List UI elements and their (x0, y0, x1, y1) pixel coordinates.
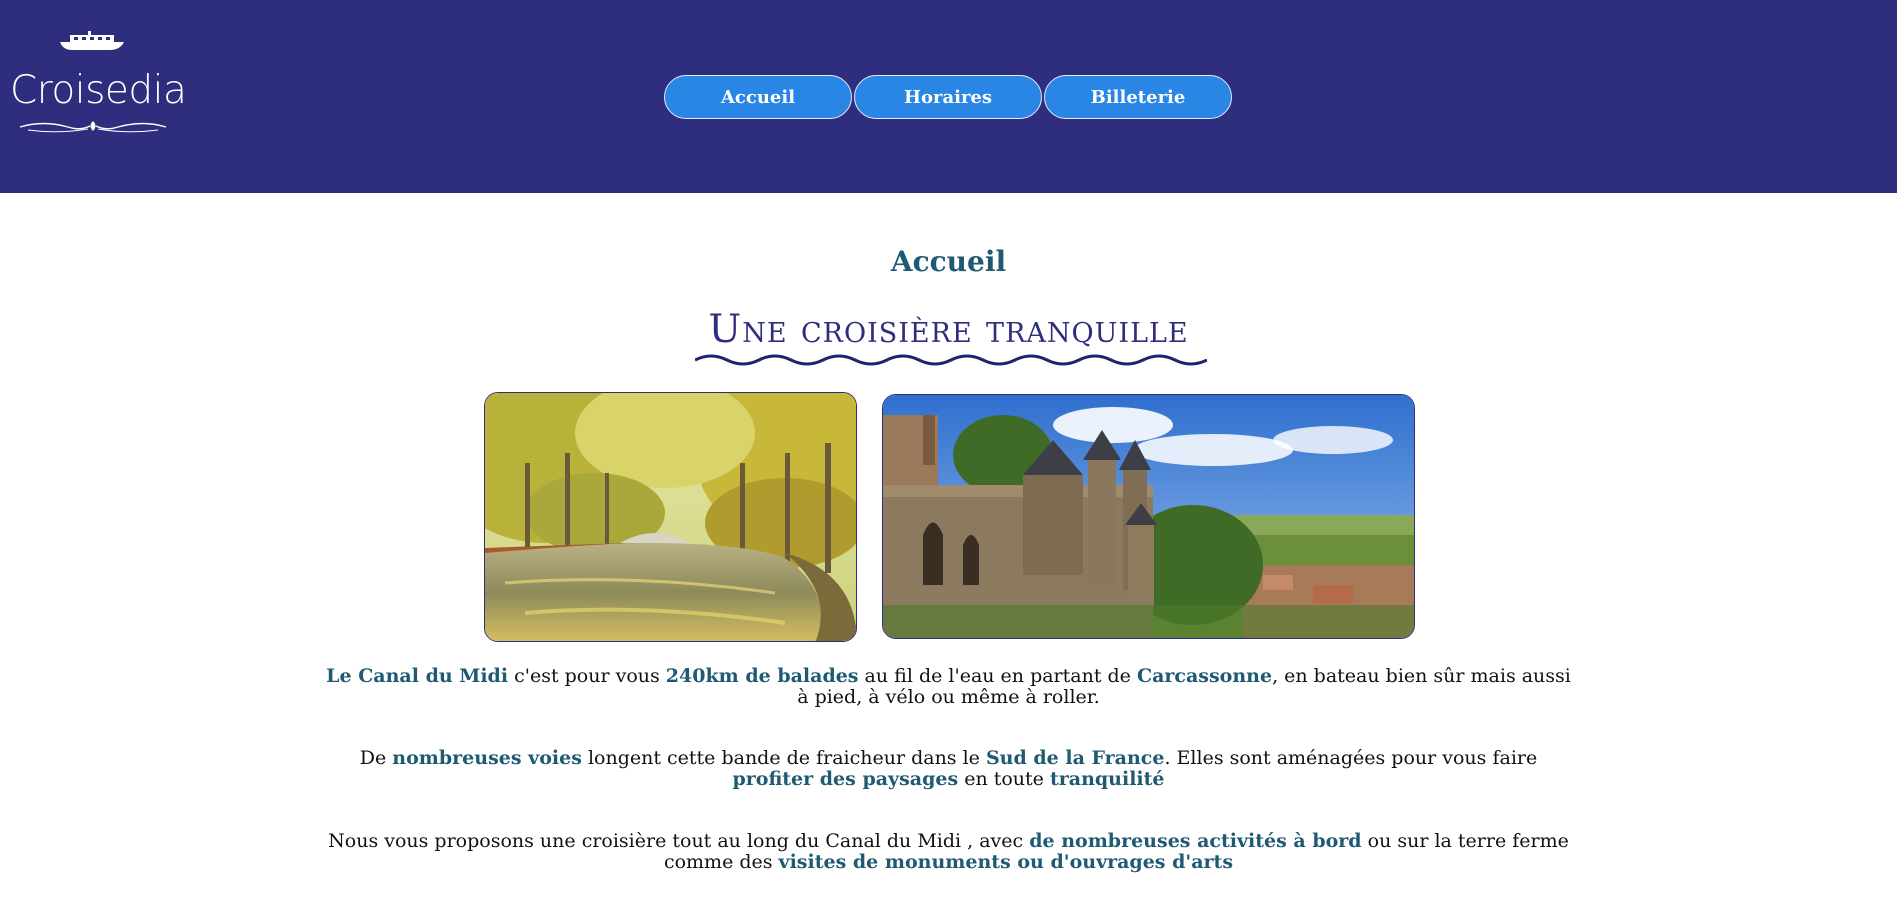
nav-billeterie-button[interactable]: Billeterie (1044, 75, 1232, 119)
highlight-text: tranquilité (1049, 768, 1165, 790)
site-header: Croisedia Accueil Horaires Billeterie (0, 0, 1897, 193)
page-heading: Accueil (890, 245, 1007, 278)
wave-divider (695, 354, 1207, 366)
body-text: au fil de l'eau en partant de (858, 665, 1137, 687)
body-text: . Elles sont aménagées pour vous faire (1164, 747, 1538, 769)
highlight-text: visites de monuments ou d'ouvrages d'art… (778, 851, 1234, 873)
nav-accueil-button[interactable]: Accueil (664, 75, 852, 119)
intro-paragraph-1: Le Canal du Midi c'est pour vous 240km d… (320, 666, 1577, 708)
body-text: De (359, 747, 393, 769)
highlight-text: nombreuses voies (392, 747, 582, 769)
flourish-ornament (19, 121, 167, 133)
highlight-text: profiter des paysages (732, 768, 959, 790)
intro-paragraph-2: De nombreuses voies longent cette bande … (320, 748, 1577, 790)
intro-paragraph-3: Nous vous proposons une croisière tout a… (320, 831, 1577, 873)
logo[interactable]: Croisedia (10, 30, 187, 145)
boat-icon (60, 31, 124, 50)
canal-photo (484, 392, 857, 642)
highlight-text: Carcassonne (1136, 665, 1273, 687)
brand-name: Croisedia (10, 68, 187, 113)
body-text: Nous vous proposons une croisière tout a… (328, 830, 1030, 852)
highlight-text: Le Canal du Midi (326, 665, 509, 687)
nav-horaires-button[interactable]: Horaires (854, 75, 1042, 119)
body-text: longent cette bande de fraicheur dans le (581, 747, 986, 769)
main-nav: Accueil Horaires Billeterie (664, 75, 1232, 119)
body-text: c'est pour vous (508, 665, 666, 687)
carcassonne-photo (882, 394, 1415, 639)
highlight-text: Sud de la France (985, 747, 1165, 769)
section-title: Une croisière tranquille (708, 307, 1189, 352)
highlight-text: 240km de balades (665, 665, 859, 687)
highlight-text: de nombreuses activités à bord (1029, 830, 1362, 852)
body-text: en toute (958, 768, 1050, 790)
